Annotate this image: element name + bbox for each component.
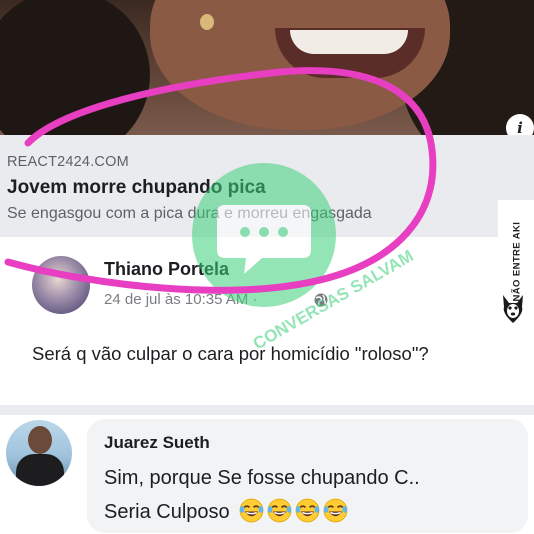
link-title[interactable]: Jovem morre chupando pica	[7, 177, 266, 199]
laughing-crying-face-icon	[267, 498, 292, 523]
avatar[interactable]	[6, 420, 72, 486]
comment-text: Sim, porque Se fosse chupando C.. Seria …	[104, 461, 420, 529]
dog-logo-icon	[503, 295, 523, 323]
laughing-crying-face-icon	[295, 498, 320, 523]
comment-line-1: Sim, porque Se fosse chupando C..	[104, 467, 420, 489]
comment-line-2: Seria Culposo	[104, 495, 420, 529]
photo-hair-left	[0, 0, 150, 135]
section-divider	[0, 405, 534, 415]
post-author-name[interactable]: Thiano Portela	[104, 259, 229, 280]
post-timestamp[interactable]: 24 de jul às 10:35 AM ·	[104, 291, 257, 308]
post-card	[14, 237, 488, 405]
laughing-crying-face-icon	[323, 498, 348, 523]
avatar-body	[16, 454, 64, 486]
link-domain: REACT2424.COM	[7, 154, 129, 170]
link-preview-image[interactable]	[0, 0, 534, 135]
photo-earring	[200, 14, 214, 30]
comment-author-name[interactable]: Juarez Sueth	[104, 433, 210, 453]
post-text: Será q vão culpar o cara por homicídio "…	[32, 343, 429, 364]
photo-teeth	[290, 30, 408, 54]
comment-line-2-text: Seria Culposo	[104, 501, 230, 523]
link-description: Se engasgou com a pica dura e morreu eng…	[7, 205, 372, 222]
avatar[interactable]	[32, 256, 90, 314]
laughing-crying-face-icon	[239, 498, 264, 523]
emoji-row	[239, 498, 348, 523]
globe-icon	[314, 293, 328, 307]
avatar-head	[28, 426, 52, 454]
